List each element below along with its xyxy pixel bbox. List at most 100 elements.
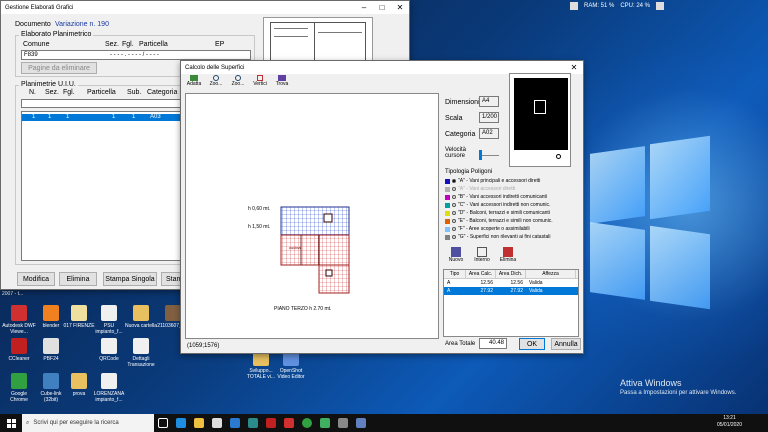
nuovo-button[interactable]: Nuovo [447, 247, 465, 263]
tipologia-item[interactable]: "G" - Superfici non rilevanti ai fini ca… [445, 233, 581, 241]
app-window-icon[interactable] [352, 414, 370, 432]
desktop-icon[interactable]: PBF24 [34, 338, 68, 362]
table-row[interactable]: 1 1 1 1 1 A03 [22, 114, 192, 121]
pdf-icon[interactable] [280, 414, 298, 432]
desktop-icon[interactable]: OpenShot Video Editor [274, 350, 308, 380]
radio-icon[interactable] [452, 187, 456, 191]
table-row[interactable]: A 12.56 12.56 Valida [444, 279, 578, 287]
app-icon [133, 305, 149, 321]
drawing-canvas[interactable]: h 0,60 mt. h 1,50 mt. cucina PIANO TERZO… [185, 93, 439, 339]
desktop-icon[interactable]: Sviluppo... TOTALE vi... [244, 350, 278, 380]
annulla-button[interactable]: Annulla [551, 338, 581, 350]
back-window-titlebar[interactable]: Gestione Elaborati Grafici – □ ✕ [1, 1, 409, 14]
desktop-icon[interactable]: prova [62, 373, 96, 397]
desktop-icon[interactable]: PSU impianto_f... [92, 305, 126, 335]
areas-table-header: Tipo Area Calc. Area Dich. Affezza [444, 270, 578, 279]
tipologia-item[interactable]: "B" - Vani accessori indiretti comunican… [445, 193, 581, 201]
mail-icon[interactable] [226, 414, 244, 432]
column-header[interactable]: Affezza [526, 270, 576, 278]
app-icon [11, 373, 27, 389]
comune-input[interactable]: F839 - - - - . - - - - / - - - - [21, 50, 251, 60]
categoria-field[interactable]: A02 [479, 128, 499, 139]
explorer-icon[interactable] [190, 414, 208, 432]
polygon-actions: Nuovo Interno Elimina [447, 247, 517, 263]
cursor-coords: (1059;1576) [187, 343, 220, 349]
radio-icon[interactable] [452, 179, 456, 183]
elimina-polygon-button[interactable]: Elimina [499, 247, 517, 263]
velocita-label: Velocità cursore [445, 147, 467, 159]
vertici-button[interactable]: Vertici [251, 75, 269, 91]
areas-table[interactable]: Tipo Area Calc. Area Dich. Affezza A 12.56 12… [443, 269, 579, 337]
radio-icon[interactable] [452, 227, 456, 231]
tipologia-item[interactable]: "A" - Vani principali e accessori dirett… [445, 177, 581, 185]
velocita-slider[interactable] [479, 155, 499, 156]
desktop-icon[interactable]: Nuova cartella [124, 305, 158, 329]
interno-button[interactable]: Interno [473, 247, 491, 263]
edge-icon[interactable] [172, 414, 190, 432]
app-a-icon[interactable] [244, 414, 262, 432]
desktop-icon[interactable]: CCleaner [2, 338, 36, 362]
radio-icon[interactable] [452, 219, 456, 223]
column-header[interactable]: Tipo [444, 270, 466, 278]
tipologia-item[interactable]: "F" - Aree scoperte o assimilabili [445, 225, 581, 233]
column-header[interactable]: Area Dich. [496, 270, 526, 278]
label-h060: h 0,60 mt. [248, 206, 271, 212]
tipologia-item[interactable]: "C" - Vani accessori indiretti non comun… [445, 201, 581, 209]
desktop-icon[interactable]: QRCode [92, 338, 126, 362]
tipologia-label: "D" - Balconi, terrazzi e simili comunic… [458, 210, 550, 216]
task-view-icon[interactable] [154, 414, 172, 432]
scala-field[interactable]: 1/200 [479, 112, 499, 123]
store-icon[interactable] [208, 414, 226, 432]
desktop-icon-label: QRCode [99, 356, 119, 362]
tipologia-item[interactable]: "E" - Balconi, terrazzi e simili non com… [445, 217, 581, 225]
adatta-button[interactable]: Adatta [185, 75, 203, 91]
monitor-icon [570, 2, 578, 10]
minimize-icon[interactable]: – [355, 1, 373, 14]
planimetrie-label: Planimetrie U.I.U. [19, 81, 78, 88]
toolbar: Adatta Zoo... Zoo... Vertici Trova [185, 75, 291, 91]
table-row[interactable]: A 27.92 27.92 Valida [444, 287, 578, 295]
dimensioni-field[interactable]: A4 [479, 96, 499, 107]
elimina-button[interactable]: Elimina [59, 272, 97, 286]
desktop-icon[interactable]: Google Chrome [2, 373, 36, 403]
column-header[interactable]: Area Calc. [466, 270, 496, 278]
taskbar-search[interactable]: ⌕ Scrivi qui per eseguire la ricerca [22, 414, 154, 432]
desktop-icon[interactable]: LORENZANA impianto_f... [92, 373, 126, 403]
desktop-icon-label: LORENZANA impianto_f... [93, 391, 125, 403]
ok-button[interactable]: OK [519, 338, 545, 350]
trova-button[interactable]: Trova [273, 75, 291, 91]
tipologia-item[interactable]: "A" - Vani accessori diretti [445, 185, 581, 193]
zoom-in-button[interactable]: Zoo... [207, 75, 225, 91]
app-icon [43, 338, 59, 354]
start-button[interactable] [0, 414, 22, 432]
app-gear-icon[interactable] [334, 414, 352, 432]
color-swatch [445, 186, 450, 192]
tipologia-item[interactable]: "D" - Balconi, terrazzi e simili comunic… [445, 209, 581, 217]
table-cell: A [447, 280, 451, 286]
radio-icon[interactable] [452, 211, 456, 215]
velocita-slider-thumb[interactable] [479, 150, 482, 160]
acrobat-icon[interactable] [262, 414, 280, 432]
plan-filter-input[interactable] [21, 99, 189, 108]
clock[interactable]: 13:21 05/01/2020 [717, 415, 742, 429]
zoom-out-button[interactable]: Zoo... [229, 75, 247, 91]
app-green-icon[interactable] [316, 414, 334, 432]
radio-icon[interactable] [452, 235, 456, 239]
desktop-icon-label: 017 FIRENZE [63, 323, 95, 329]
search-input[interactable]: Scrivi qui per eseguire la ricerca [33, 420, 118, 426]
pagine-button[interactable]: Pagine da eliminare [21, 62, 97, 74]
radio-icon[interactable] [452, 195, 456, 199]
close-icon[interactable]: ✕ [391, 1, 409, 14]
desktop-icon[interactable]: Autodesk DWF Viewe... [2, 305, 36, 335]
stampa-singola-button[interactable]: Stampa Singola [103, 272, 157, 286]
maximize-icon[interactable]: □ [373, 1, 391, 14]
modifica-button[interactable]: Modifica [17, 272, 55, 286]
desktop-icon[interactable]: 017 FIRENZE [62, 305, 96, 329]
table-cell: A [447, 288, 451, 294]
desktop-icon-label: CCleaner [8, 356, 30, 362]
desktop-icon[interactable]: Dettagli Transazione [124, 338, 158, 368]
radio-icon[interactable] [452, 203, 456, 207]
settings-icon[interactable] [656, 2, 665, 10]
chrome-icon[interactable] [298, 414, 316, 432]
activate-title: Attiva Windows [620, 378, 682, 388]
